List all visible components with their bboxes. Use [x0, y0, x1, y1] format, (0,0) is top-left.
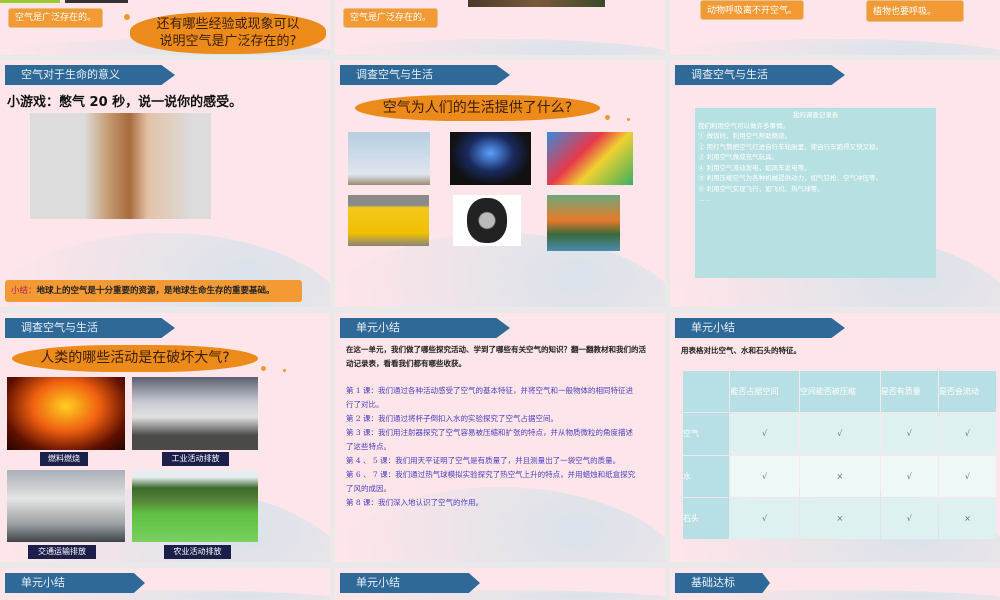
table-cell: √ — [964, 471, 970, 481]
row-label: 水 — [683, 455, 730, 497]
table-row: 石头 √ × √ × — [683, 497, 996, 539]
fire-image — [7, 377, 125, 450]
slide-unit-summary-3[interactable]: 单元小结 — [335, 568, 665, 600]
caption: 燃料燃烧 — [40, 452, 88, 466]
table-cell: √ — [762, 429, 768, 439]
caption: 工业活动排放 — [162, 452, 229, 466]
slide-unit-summary-2[interactable]: 单元小结 — [0, 568, 330, 600]
slide-basic-practice[interactable]: 基础达标 — [670, 568, 1000, 600]
decor-dot — [261, 366, 266, 371]
partial-image-dark — [65, 0, 128, 3]
table-header-cell: 能否占据空间 — [730, 387, 779, 397]
table-cell: × — [836, 513, 844, 523]
slide-air-life[interactable]: 空气对于生命的意义 小游戏：憋气 20 秒，说一说你的感受。 小结：地球上的空气… — [0, 60, 330, 307]
summary-text: 地球上的空气是十分重要的资源，是地球生命生存的重要基础。 — [36, 286, 275, 296]
game-prompt: 小游戏：憋气 20 秒，说一说你的感受。 — [7, 95, 243, 110]
farm-spraying-image — [132, 470, 258, 542]
slide-header: 单元小结 — [340, 573, 480, 593]
caption: 农业活动排放 — [164, 545, 231, 559]
slide-record[interactable]: 调查空气与生活 我的调查记录表 我们利用空气可以做许多事情。 ① 做饭时，利用空… — [670, 60, 1000, 307]
slide-air-everywhere-2[interactable]: 空气是广泛存在的。 — [335, 0, 665, 55]
record-line: ⑤ 利用压缩空气为各种机械提供动力，如气钉枪、空气冲压等。 — [698, 174, 883, 182]
decor-dot — [605, 115, 610, 120]
bouncy-castle-image — [547, 132, 633, 185]
table-intro: 用表格对比空气、水和石头的特征。 — [681, 346, 801, 355]
slide-header: 调查空气与生活 — [5, 318, 175, 338]
conclusion-label: 空气是广泛存在的。 — [8, 8, 104, 28]
summary-intro: 在这一单元，我们做了哪些探究活动、学到了哪些有关空气的知识？翻一翻教材和我们的活… — [346, 345, 646, 368]
decor-dot — [627, 118, 630, 121]
factory-smoke-image — [132, 377, 258, 450]
slide-air-damage[interactable]: 调查空气与生活 人类的哪些活动是在破坏大气? 燃料燃烧 工业活动排放 交通运输排… — [0, 313, 330, 562]
table-cell: × — [964, 513, 971, 523]
table-cell: √ — [906, 513, 912, 523]
row-label: 空气 — [683, 413, 730, 455]
ship-smoke-image — [7, 470, 125, 542]
conclusion-label: 空气是广泛存在的。 — [343, 8, 439, 28]
slide-header: 调查空气与生活 — [340, 65, 510, 85]
summary-box: 小结：地球上的空气是十分重要的资源，是地球生命生存的重要基础。 — [5, 280, 302, 302]
record-line: …… — [698, 195, 711, 203]
plant-breathing-label: 植物也要呼吸。 — [866, 0, 964, 22]
lesson-item: 第 8 课：我们深入地认识了空气的作用。 — [346, 498, 484, 507]
table-header-cell: 是否会流动 — [938, 387, 979, 397]
table-cell: √ — [906, 429, 912, 439]
caption: 交通运输排放 — [28, 545, 96, 559]
slide-header: 单元小结 — [675, 318, 845, 338]
lesson-item: 第 1 课：我们通过各种活动感受了空气的基本特征，并将空气和一般物体的相同特征进… — [346, 386, 634, 409]
slide-header: 基础达标 — [675, 573, 770, 593]
lesson-item: 第 3 课：我们用注射器探究了空气容易被压缩和扩张的特点，并从物质微粒的角度描述… — [346, 428, 634, 451]
slide-header: 空气对于生命的意义 — [5, 65, 175, 85]
table-header-cell: 空间能否被压缩 — [799, 387, 856, 397]
slide-header: 单元小结 — [5, 573, 145, 593]
question-banner: 人类的哪些活动是在破坏大气? — [12, 345, 258, 372]
table-header-cell — [683, 371, 729, 412]
slide-header: 调查空气与生活 — [675, 65, 845, 85]
slide-comparison-table[interactable]: 单元小结 用表格对比空气、水和石头的特征。 能否占据空间 空间能否被压缩 是否有… — [670, 313, 1000, 562]
table-cell: √ — [762, 513, 768, 523]
lesson-item: 第 4 、 5 课：我们用天平证明了空气是有质量了，并且测量出了一袋空气的质量。 — [346, 456, 621, 465]
wind-turbines-image — [348, 132, 430, 185]
lesson-list: 第 1 课：我们通过各种活动感受了空气的基本特征，并将空气和一般物体的相同特征进… — [346, 384, 636, 510]
record-line: ② 用打气筒把空气打进自行车轮胎里，使自行车跑得又快又稳。 — [698, 142, 883, 151]
table-header-row: 能否占据空间 空间能否被压缩 是否有质量 是否会流动 — [683, 371, 996, 413]
record-line: ③ 利用空气做成充气玩具。 — [698, 153, 779, 161]
table-cell: √ — [837, 429, 843, 439]
table-row: 水 √ × √ √ — [683, 455, 996, 497]
lesson-item: 第 2 课：我们通过将杯子倒扣入水的实验探究了空气占据空间。 — [346, 414, 559, 423]
comparison-table: 能否占据空间 空间能否被压缩 是否有质量 是否会流动 空气 √ √ √ √ 水 … — [682, 370, 997, 540]
tire-image — [453, 195, 521, 246]
record-line: ① 做饭时，利用空气帮助燃烧。 — [698, 132, 792, 140]
record-title: 我的调查记录表 — [792, 111, 839, 119]
woman-holding-nose-image — [30, 113, 211, 219]
table-header-cell: 是否有质量 — [880, 387, 921, 397]
table-cell: √ — [964, 429, 970, 439]
table-row: 空气 √ √ √ √ — [683, 413, 996, 455]
question-banner: 空气为人们的生活提供了什么? — [355, 95, 600, 121]
record-table-box: 我的调查记录表 我们利用空气可以做许多事情。 ① 做饭时，利用空气帮助燃烧。 ②… — [695, 108, 936, 278]
air-cushion-image — [348, 195, 429, 246]
slide-air-uses[interactable]: 调查空气与生活 空气为人们的生活提供了什么? — [335, 60, 665, 307]
record-line: ④ 利用空气流动发电，如风车发电等。 — [698, 163, 811, 172]
lesson-item: 第 6 、 7 课：我们通过热气球模拟实验探究了热空气上升的特点，并用蜡烛和纸盒… — [346, 470, 636, 493]
slide-header: 单元小结 — [340, 318, 510, 338]
gas-flame-image — [450, 132, 531, 185]
slide-breathing[interactable]: 动物呼吸离不开空气。 植物也要呼吸。 — [670, 0, 1000, 55]
question-cloud: 还有哪些经验或现象可以说明空气是广泛存在的? — [130, 12, 326, 54]
table-cell: √ — [906, 471, 912, 481]
summary-prefix: 小结： — [11, 286, 37, 296]
row-label: 石头 — [683, 497, 730, 539]
rafting-boat-image — [547, 195, 620, 251]
partial-image-green — [0, 0, 60, 3]
partial-image — [468, 0, 605, 7]
record-line: ⑥ 利用空气实现飞行，如飞机、热气球等。 — [698, 184, 824, 193]
table-cell: √ — [762, 471, 768, 481]
animal-breathing-label: 动物呼吸离不开空气。 — [700, 0, 805, 20]
table-cell: × — [836, 471, 844, 481]
slide-air-everywhere[interactable]: 空气是广泛存在的。 还有哪些经验或现象可以说明空气是广泛存在的? — [0, 0, 330, 55]
decor-dot — [283, 369, 286, 372]
slide-unit-summary[interactable]: 单元小结 在这一单元，我们做了哪些探究活动、学到了哪些有关空气的知识？翻一翻教材… — [335, 313, 665, 562]
record-line: 我们利用空气可以做许多事情。 — [698, 121, 789, 130]
decor-dot — [124, 14, 130, 20]
